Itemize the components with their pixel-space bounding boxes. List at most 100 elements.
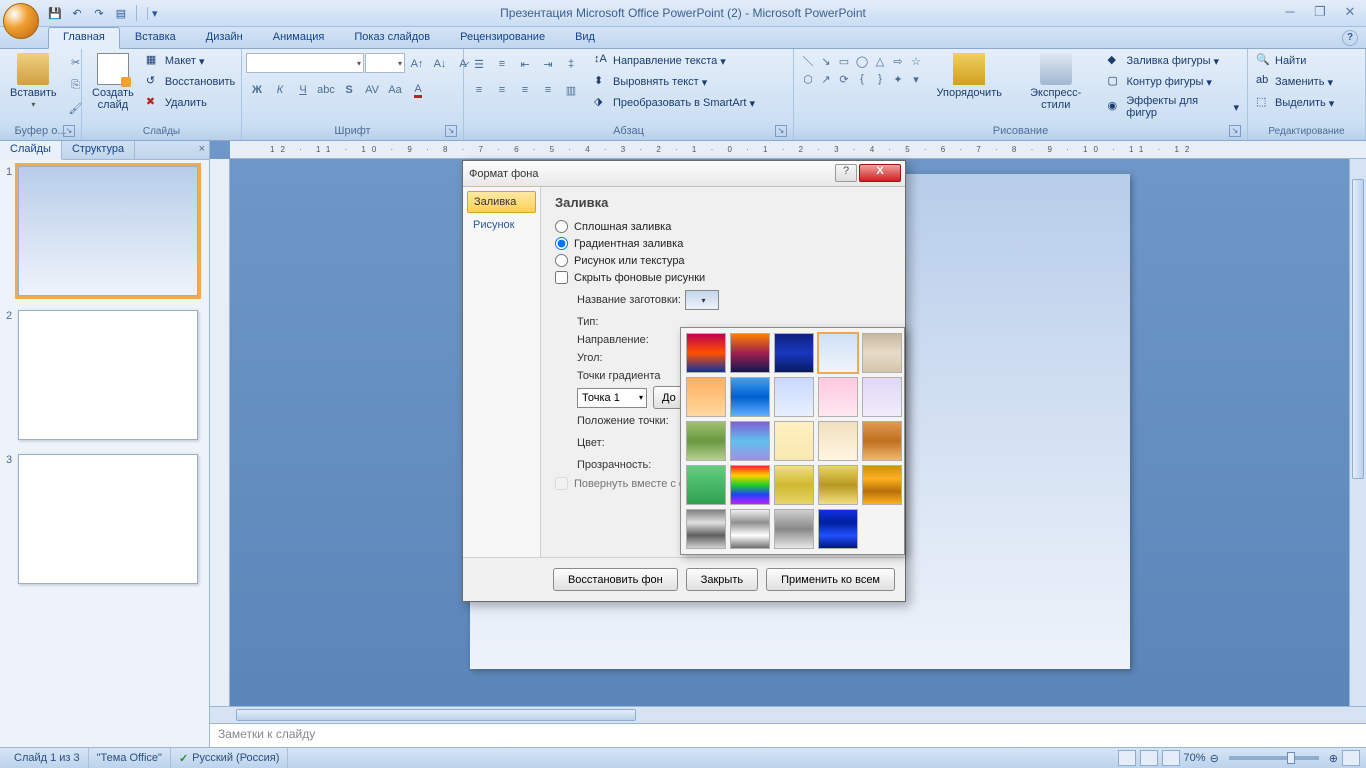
pane-tab-slides[interactable]: Слайды xyxy=(0,141,62,160)
dialog-close-icon[interactable]: X xyxy=(859,164,901,182)
restore-icon[interactable]: ❐ xyxy=(1310,4,1330,20)
italic-icon[interactable]: К xyxy=(269,79,291,101)
qat-dropdown-icon[interactable]: ▾ xyxy=(147,7,158,20)
tab-slideshow[interactable]: Показ слайдов xyxy=(339,27,445,48)
arrange-button[interactable]: Упорядочить xyxy=(931,51,1008,101)
char-spacing-icon[interactable]: AV xyxy=(361,79,383,101)
pane-tab-outline[interactable]: Структура xyxy=(62,141,135,160)
radio-gradient-fill[interactable]: Градиентная заливка xyxy=(555,237,891,250)
line-spacing-icon[interactable]: ‡ xyxy=(560,53,582,75)
redo-icon[interactable]: ↷ xyxy=(90,4,108,22)
save-icon[interactable]: 💾 xyxy=(46,4,64,22)
indent-less-icon[interactable]: ⇤ xyxy=(514,53,536,75)
delete-button[interactable]: ✖Удалить xyxy=(142,93,239,113)
gradient-preset-1[interactable] xyxy=(686,333,726,373)
dialog-title-bar[interactable]: Формат фона ? X xyxy=(463,161,905,187)
justify-icon[interactable]: ≡ xyxy=(537,79,559,101)
shape-more4-icon[interactable]: { xyxy=(854,71,870,87)
view-slideshow-icon[interactable] xyxy=(1162,750,1180,766)
minimize-icon[interactable]: ─ xyxy=(1280,4,1300,20)
scrollbar-vertical[interactable] xyxy=(1349,159,1366,706)
shape-triangle-icon[interactable]: △ xyxy=(872,53,888,69)
close-button[interactable]: Закрыть xyxy=(686,568,758,591)
shape-more5-icon[interactable]: } xyxy=(872,71,888,87)
status-slide[interactable]: Слайд 1 из 3 xyxy=(6,748,89,768)
font-size-combo[interactable] xyxy=(365,53,405,73)
check-hide-bg[interactable]: Скрыть фоновые рисунки xyxy=(555,271,891,284)
close-icon[interactable]: ✕ xyxy=(1340,4,1360,20)
gradient-preset-6[interactable] xyxy=(686,377,726,417)
stop-combo[interactable]: Точка 1 xyxy=(577,388,647,408)
scroll-thumb-h[interactable] xyxy=(236,709,636,721)
align-right-icon[interactable]: ≡ xyxy=(514,79,536,101)
shape-more6-icon[interactable]: ✦ xyxy=(890,71,906,87)
fit-icon[interactable] xyxy=(1342,750,1360,766)
pane-close-icon[interactable]: × xyxy=(199,143,205,155)
gradient-preset-21[interactable] xyxy=(686,509,726,549)
apply-all-button[interactable]: Применить ко всем xyxy=(766,568,895,591)
quick-styles-button[interactable]: Экспресс-стили xyxy=(1010,51,1102,113)
gradient-preset-17[interactable] xyxy=(730,465,770,505)
shape-fill-button[interactable]: ◆Заливка фигуры ▾ xyxy=(1103,51,1243,71)
zoom-knob[interactable] xyxy=(1287,752,1295,764)
shape-effects-button[interactable]: ◉Эффекты для фигур ▾ xyxy=(1103,93,1243,121)
zoom-in-icon[interactable]: ⊕ xyxy=(1329,752,1338,765)
shape-line-icon[interactable]: ＼ xyxy=(800,53,816,69)
font-launcher-icon[interactable]: ↘ xyxy=(445,125,457,137)
gradient-preset-16[interactable] xyxy=(686,465,726,505)
find-button[interactable]: 🔍Найти xyxy=(1252,51,1338,71)
tab-home[interactable]: Главная xyxy=(48,27,120,49)
tab-view[interactable]: Вид xyxy=(560,27,610,48)
gradient-preset-24[interactable] xyxy=(818,509,858,549)
zoom-slider[interactable] xyxy=(1229,756,1319,760)
tab-design[interactable]: Дизайн xyxy=(191,27,258,48)
status-theme[interactable]: "Тема Office" xyxy=(89,748,171,768)
select-button[interactable]: ⬚Выделить ▾ xyxy=(1252,93,1338,113)
indent-more-icon[interactable]: ⇥ xyxy=(537,53,559,75)
thumbnail-1[interactable]: 1 xyxy=(6,166,203,296)
zoom-out-icon[interactable]: ⊖ xyxy=(1210,752,1219,765)
gradient-preset-7[interactable] xyxy=(730,377,770,417)
view-normal-icon[interactable] xyxy=(1118,750,1136,766)
numbering-icon[interactable]: ≡ xyxy=(491,53,513,75)
thumb-preview[interactable] xyxy=(18,310,198,440)
dialog-help-icon[interactable]: ? xyxy=(835,164,857,182)
zoom-value[interactable]: 70% xyxy=(1184,752,1206,764)
gradient-preset-22[interactable] xyxy=(730,509,770,549)
align-center-icon[interactable]: ≡ xyxy=(491,79,513,101)
dialog-side-picture[interactable]: Рисунок xyxy=(467,215,536,235)
shape-arrow2-icon[interactable]: ⇨ xyxy=(890,53,906,69)
gradient-preset-15[interactable] xyxy=(862,421,902,461)
paste-button[interactable]: Вставить ▾ xyxy=(4,51,63,113)
underline-icon[interactable]: Ч xyxy=(292,79,314,101)
notes-pane[interactable]: Заметки к слайду xyxy=(210,723,1366,747)
new-slide-button[interactable]: Создать слайд xyxy=(86,51,140,113)
shapes-more-icon[interactable]: ▾ xyxy=(908,71,924,87)
reset-bg-button[interactable]: Восстановить фон xyxy=(553,568,678,591)
shape-more2-icon[interactable]: ↗ xyxy=(818,71,834,87)
paragraph-launcher-icon[interactable]: ↘ xyxy=(775,125,787,137)
thumb-preview[interactable] xyxy=(18,166,198,296)
scroll-thumb[interactable] xyxy=(1352,179,1364,479)
shape-rect-icon[interactable]: ▭ xyxy=(836,53,852,69)
tab-review[interactable]: Рецензирование xyxy=(445,27,560,48)
grow-font-icon[interactable]: A↑ xyxy=(406,53,428,75)
columns-icon[interactable]: ▥ xyxy=(560,79,582,101)
replace-button[interactable]: abЗаменить ▾ xyxy=(1252,72,1338,92)
radio-picture-fill[interactable]: Рисунок или текстура xyxy=(555,254,891,267)
strike-icon[interactable]: abc xyxy=(315,79,337,101)
shape-more1-icon[interactable]: ⬡ xyxy=(800,71,816,87)
gradient-preset-3[interactable] xyxy=(774,333,814,373)
tab-animation[interactable]: Анимация xyxy=(258,27,340,48)
gradient-preset-11[interactable] xyxy=(686,421,726,461)
shape-outline-button[interactable]: ▢Контур фигуры ▾ xyxy=(1103,72,1243,92)
thumbnail-3[interactable]: 3 xyxy=(6,454,203,584)
shapes-gallery[interactable]: ＼ ↘ ▭ ◯ △ ⇨ ☆ ⬡ ↗ ⟳ { } ✦ ▾ xyxy=(798,51,929,89)
shape-arrow-icon[interactable]: ↘ xyxy=(818,53,834,69)
dialog-side-fill[interactable]: Заливка xyxy=(467,191,536,213)
change-case-icon[interactable]: Aa xyxy=(384,79,406,101)
preset-dropdown[interactable] xyxy=(685,290,719,310)
thumbnail-2[interactable]: 2 xyxy=(6,310,203,440)
gradient-preset-8[interactable] xyxy=(774,377,814,417)
gradient-preset-19[interactable] xyxy=(818,465,858,505)
